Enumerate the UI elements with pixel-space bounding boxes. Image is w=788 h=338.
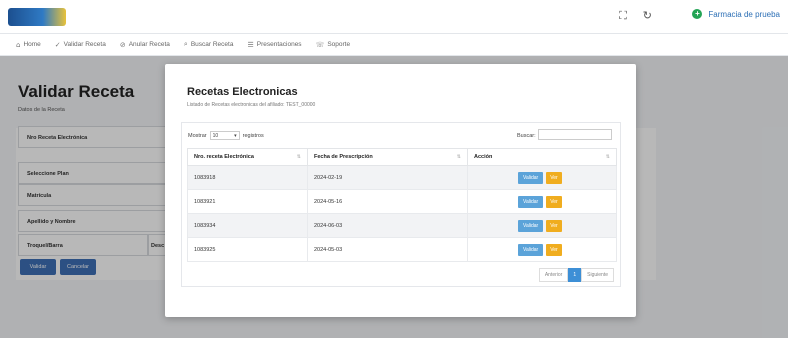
home-icon: ⌂ bbox=[16, 40, 21, 49]
table-row: 1083918 2024-02-19 Validar Ver bbox=[187, 165, 617, 190]
ver-row-button[interactable]: Ver bbox=[546, 171, 562, 184]
ver-row-button[interactable]: Ver bbox=[546, 195, 562, 208]
modal-subtitle: Listado de Recetas electronicas del afil… bbox=[187, 102, 316, 108]
pager-next[interactable]: Siguiente bbox=[581, 268, 614, 282]
validar-row-button[interactable]: Validar bbox=[518, 243, 544, 256]
menu-item-buscar-receta[interactable]: ⌕ Buscar Receta bbox=[184, 40, 234, 49]
menu-item-presentaciones[interactable]: ☰ Presentaciones bbox=[247, 41, 301, 49]
expand-icon[interactable]: ⛶ bbox=[619, 9, 627, 23]
menu-item-anular-receta[interactable]: ⊘ Anular Receta bbox=[120, 41, 170, 49]
pill-icon: ⊘ bbox=[119, 40, 126, 49]
pager-prev[interactable]: Anterior bbox=[538, 268, 569, 282]
col-nro-receta[interactable]: Nro. receta Electrónica ⇅ bbox=[187, 148, 308, 166]
menu-item-soporte[interactable]: ☏ Soporte bbox=[316, 41, 351, 49]
pagination: Anterior 1 Siguiente bbox=[538, 268, 614, 282]
menu-item-validar-receta[interactable]: ✓ Validar Receta bbox=[55, 41, 106, 49]
ver-row-button[interactable]: Ver bbox=[546, 243, 562, 256]
table-row: 1083925 2024-05-03 Validar Ver bbox=[187, 237, 617, 262]
table-row: 1083921 2024-05-16 Validar Ver bbox=[187, 189, 617, 214]
validar-row-button[interactable]: Validar bbox=[518, 171, 544, 184]
modal-title: Recetas Electronicas bbox=[187, 86, 298, 98]
recetas-table-panel: Mostrar 10 ▾ registros Buscar: Nro. rece… bbox=[181, 122, 621, 287]
recetas-table: Nro. receta Electrónica ⇅ Fecha de Prescr… bbox=[187, 148, 617, 262]
validar-row-button[interactable]: Validar bbox=[518, 195, 544, 208]
user-icon: + bbox=[692, 9, 703, 19]
search-label: Buscar: bbox=[517, 133, 536, 139]
search-icon: ⌕ bbox=[183, 40, 188, 48]
pager-page-1[interactable]: 1 bbox=[568, 268, 582, 282]
refresh-icon[interactable]: ↻ bbox=[643, 9, 652, 23]
recetas-modal: Recetas Electronicas Listado de Recetas … bbox=[165, 64, 636, 317]
support-icon: ☏ bbox=[315, 40, 325, 49]
validar-row-button[interactable]: Validar bbox=[518, 219, 544, 232]
top-bar: ⛶ ↻ + Farmacia de prueba bbox=[0, 0, 788, 34]
table-row: 1083934 2024-06-03 Validar Ver bbox=[187, 213, 617, 238]
brand-logo[interactable] bbox=[8, 8, 66, 26]
col-fecha[interactable]: Fecha de Prescripción ⇅ bbox=[307, 148, 468, 166]
user-name: Farmacia de prueba bbox=[708, 9, 780, 19]
user-menu[interactable]: + Farmacia de prueba bbox=[692, 9, 780, 19]
list-icon: ☰ bbox=[247, 40, 254, 49]
page-length-control: Mostrar 10 ▾ registros bbox=[188, 131, 264, 140]
ver-row-button[interactable]: Ver bbox=[546, 219, 562, 232]
check-icon: ✓ bbox=[54, 40, 61, 49]
sort-icon: ⇅ bbox=[456, 154, 461, 160]
sort-icon: ⇅ bbox=[296, 154, 301, 160]
search-input[interactable] bbox=[538, 129, 612, 140]
col-accion[interactable]: Acción ⇅ bbox=[467, 148, 617, 166]
page-length-select[interactable]: 10 ▾ bbox=[209, 131, 240, 140]
menu-item-home[interactable]: ⌂ Home bbox=[16, 41, 41, 49]
sort-icon: ⇅ bbox=[605, 154, 610, 160]
main-menu: ⌂ Home ✓ Validar Receta ⊘ Anular Receta … bbox=[0, 34, 788, 56]
chevron-down-icon: ▾ bbox=[234, 133, 237, 139]
